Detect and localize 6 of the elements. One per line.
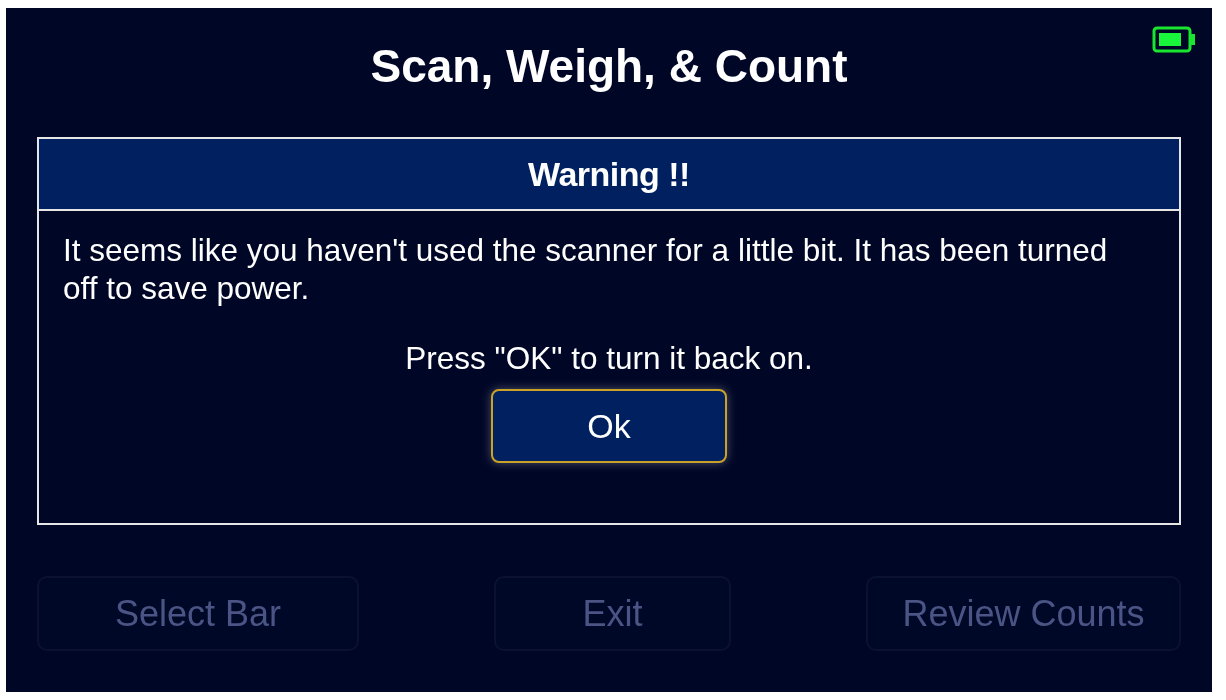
dialog-message: It seems like you haven't used the scanner for a little bit. It has been turned off to save power. (63, 231, 1109, 307)
ok-button[interactable]: Ok (491, 389, 727, 463)
dialog-instruction: Press "OK" to turn it back on. (405, 339, 813, 377)
screen-title: Scan, Weigh, & Count (370, 39, 848, 94)
battery-icon (1152, 26, 1198, 53)
dialog-title: Warning !! (39, 139, 1179, 211)
